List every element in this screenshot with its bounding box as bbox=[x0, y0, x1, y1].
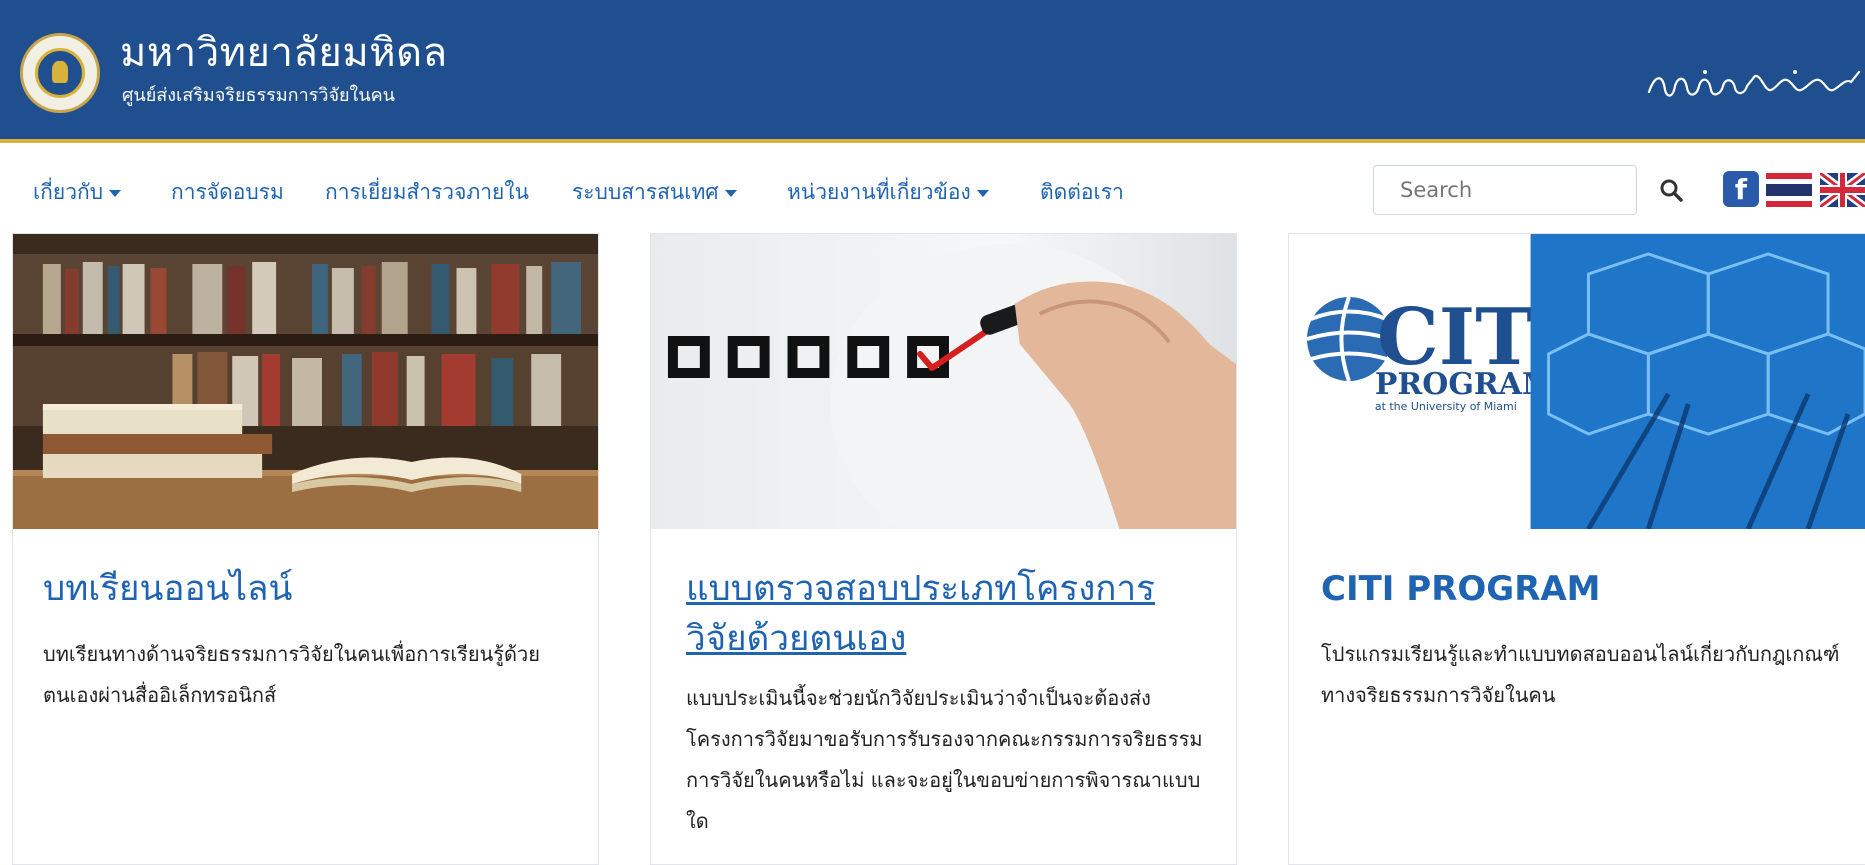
nav-label: หน่วยงานที่เกี่ยวข้อง bbox=[787, 180, 971, 204]
nav-item-contact[interactable]: ติดต่อเรา bbox=[1040, 177, 1124, 207]
caret-down-icon bbox=[724, 189, 737, 197]
motto-signature bbox=[1647, 70, 1861, 97]
nav-item-site-visit[interactable]: การเยี่ยมสำรวจภายใน bbox=[325, 177, 529, 207]
nav-label: เกี่ยวกับ bbox=[33, 180, 104, 204]
university-seal-logo[interactable] bbox=[20, 33, 100, 113]
university-title[interactable]: มหาวิทยาลัยมหิดล bbox=[120, 28, 448, 78]
program-logo-text: PROGRAM bbox=[1375, 367, 1555, 402]
nav-item-information-system[interactable]: ระบบสารสนเทศ bbox=[572, 177, 737, 207]
facebook-icon[interactable]: f bbox=[1723, 171, 1759, 207]
caret-down-icon bbox=[109, 189, 122, 197]
main-navigation: เกี่ยวกับ การจัดอบรม การเยี่ยมสำรวจภายใน… bbox=[0, 147, 1865, 233]
card-description: โปรแกรมเรียนรู้และทำแบบทดสอบออนไลน์เกี่ย… bbox=[1321, 642, 1840, 707]
site-header: มหาวิทยาลัยมหิดล ศูนย์ส่งเสริมจริยธรรมกา… bbox=[0, 0, 1865, 143]
nav-label: ระบบสารสนเทศ bbox=[572, 180, 719, 204]
card-online-lessons[interactable]: บทเรียนออนไลน์ บทเรียนทางด้านจริยธรรมการ… bbox=[12, 233, 599, 865]
nav-item-training[interactable]: การจัดอบรม bbox=[171, 177, 284, 207]
bookshelf-photo[interactable] bbox=[13, 234, 598, 529]
seal-inner bbox=[35, 48, 85, 98]
card-description: บทเรียนทางด้านจริยธรรมการวิจัยในคนเพื่อก… bbox=[43, 642, 540, 707]
nav-item-about[interactable]: เกี่ยวกับ bbox=[33, 177, 122, 207]
card-self-check[interactable]: แบบตรวจสอบประเภทโครงการวิจัยด้วยตนเอง แบ… bbox=[650, 233, 1237, 865]
uk-flag-icon[interactable] bbox=[1820, 173, 1865, 207]
miami-logo-text: at the University of Miami bbox=[1375, 400, 1517, 413]
nav-label: ติดต่อเรา bbox=[1040, 180, 1124, 204]
seal-emblem-icon bbox=[52, 61, 68, 83]
nav-label: การเยี่ยมสำรวจภายใน bbox=[325, 180, 529, 204]
card-description: แบบประเมินนี้จะช่วยนักวิจัยประเมินว่าจำเ… bbox=[686, 686, 1203, 833]
center-subtitle: ศูนย์ส่งเสริมจริยธรรมการวิจัยในคน bbox=[122, 85, 395, 106]
card-title[interactable]: บทเรียนออนไลน์ bbox=[43, 564, 292, 614]
checkbox-hand-photo[interactable] bbox=[651, 234, 1236, 529]
nav-label: การจัดอบรม bbox=[171, 180, 284, 204]
card-citi-program[interactable]: CITI PROGRAM at the University of Miami … bbox=[1288, 233, 1865, 865]
card-title[interactable]: CITI PROGRAM bbox=[1321, 564, 1601, 614]
card-title[interactable]: แบบตรวจสอบประเภทโครงการวิจัยด้วยตนเอง bbox=[686, 564, 1196, 664]
nav-item-related-units[interactable]: หน่วยงานที่เกี่ยวข้อง bbox=[787, 177, 989, 207]
citi-program-banner[interactable]: CITI PROGRAM at the University of Miami bbox=[1289, 234, 1865, 529]
search-field[interactable] bbox=[1373, 165, 1637, 215]
search-input[interactable] bbox=[1374, 166, 1636, 214]
search-icon[interactable] bbox=[1658, 177, 1686, 205]
caret-down-icon bbox=[976, 189, 989, 197]
thai-flag-icon[interactable] bbox=[1766, 173, 1812, 207]
